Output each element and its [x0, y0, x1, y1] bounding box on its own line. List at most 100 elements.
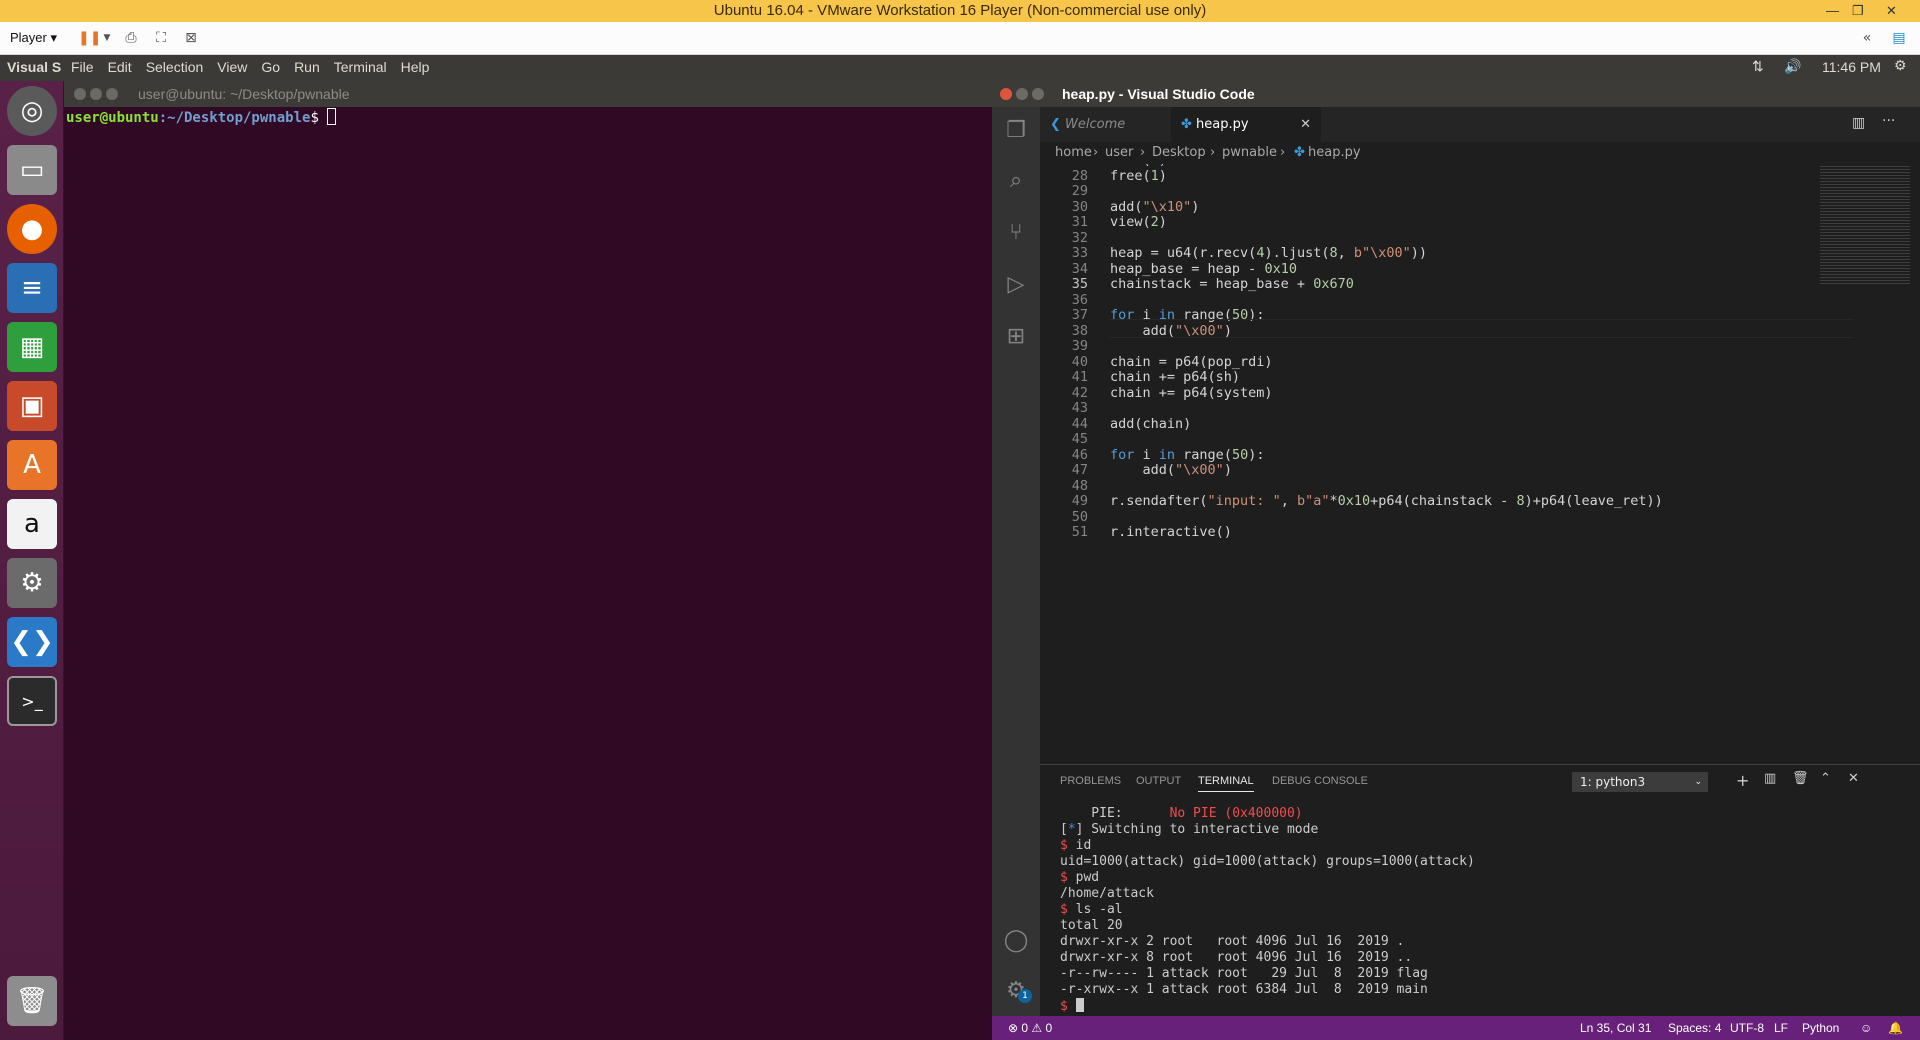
- minimap[interactable]: [1820, 164, 1910, 284]
- menu-go[interactable]: Go: [261, 59, 280, 75]
- settings-badge: 1: [1018, 989, 1032, 1003]
- line-number: 39: [1071, 338, 1088, 354]
- editor-tabs: ❮ Welcome ✤ heap.py ✕ ▥ ···: [1040, 107, 1920, 142]
- restore-icon[interactable]: ❐: [1852, 0, 1864, 22]
- writer-icon[interactable]: ≡: [7, 263, 57, 313]
- more-actions-icon[interactable]: ···: [1882, 113, 1895, 129]
- firefox-icon[interactable]: ●: [7, 204, 57, 254]
- minimize-icon[interactable]: —: [1826, 0, 1839, 22]
- terminal-line: drwxr-xr-x 8 root root 4096 Jul 16 2019 …: [1060, 950, 1413, 965]
- trash-icon[interactable]: 🗑: [7, 976, 57, 1026]
- unity-icon[interactable]: ⊠: [182, 30, 200, 46]
- line-number: 36: [1071, 291, 1088, 308]
- manage-gear-icon[interactable]: ⚙ 1: [1000, 975, 1032, 1007]
- files-icon[interactable]: ▭: [7, 145, 57, 195]
- new-terminal-icon[interactable]: +: [1736, 771, 1749, 790]
- breadcrumb-file[interactable]: heap.py: [1300, 142, 1361, 164]
- feedback-icon[interactable]: ☺: [1860, 1016, 1872, 1040]
- breadcrumb-home[interactable]: home: [1055, 142, 1092, 164]
- menu-edit[interactable]: Edit: [108, 59, 132, 75]
- maximize-panel-icon[interactable]: ⌃: [1820, 771, 1831, 786]
- problems-count[interactable]: ⊗ 0 ⚠ 0: [1008, 1016, 1052, 1040]
- system-gear-icon[interactable]: ⚙: [1894, 57, 1907, 74]
- prompt-path: :~/Desktop/pwnable: [158, 110, 311, 126]
- vm-toolbar: Player ▾ ❚❚ ▼ ⎙ ⛶ ⊠ « ▤: [0, 22, 1920, 55]
- code-line: view(2): [1110, 214, 1167, 230]
- volume-icon[interactable]: 🔊: [1784, 58, 1801, 75]
- maximize-icon[interactable]: [1032, 88, 1044, 100]
- split-editor-icon[interactable]: ▥: [1852, 115, 1865, 131]
- extensions-icon[interactable]: ⊞: [1000, 321, 1032, 353]
- send-ctrl-alt-del-icon[interactable]: ⎙: [122, 30, 140, 46]
- tab-debug-console[interactable]: DEBUG CONSOLE: [1272, 775, 1368, 787]
- code-line: heap = u64(r.recv(4).ljust(8, b"\x00")): [1110, 245, 1428, 261]
- software-center-icon[interactable]: A: [7, 440, 57, 490]
- terminal-prompt[interactable]: user@ubuntu:~/Desktop/pwnable$: [66, 108, 337, 126]
- menu-view[interactable]: View: [217, 59, 247, 75]
- close-icon[interactable]: [74, 88, 86, 100]
- impress-icon[interactable]: ▣: [7, 381, 57, 431]
- menu-run[interactable]: Run: [294, 59, 320, 75]
- account-icon[interactable]: ◯: [1000, 925, 1032, 957]
- vscode-title: heap.py - Visual Studio Code: [1062, 86, 1255, 102]
- notifications-icon[interactable]: 🔔: [1888, 1016, 1903, 1040]
- kill-terminal-icon[interactable]: 🗑: [1792, 771, 1809, 786]
- terminal-line: $ ls -al: [1060, 902, 1123, 917]
- tab-heap-py[interactable]: ✤ heap.py ✕: [1171, 107, 1321, 142]
- encoding[interactable]: UTF-8: [1730, 1016, 1764, 1040]
- pause-icon[interactable]: ❚❚: [78, 30, 101, 46]
- code-editor[interactable]: 27free(0)28free(1)2930add("\x10")31view(…: [1040, 164, 1920, 764]
- breadcrumb-user[interactable]: user: [1105, 142, 1133, 164]
- vm-title-bar: Ubuntu 16.04 - VMware Workstation 16 Pla…: [0, 0, 1920, 22]
- breadcrumb-pwnable[interactable]: pwnable: [1222, 142, 1277, 164]
- close-tab-icon[interactable]: ✕: [1300, 107, 1311, 142]
- tab-welcome[interactable]: ❮ Welcome: [1040, 107, 1170, 142]
- terminal-line: $: [1060, 998, 1475, 1015]
- network-icon[interactable]: ⇅: [1752, 58, 1764, 75]
- collapse-icon[interactable]: «: [1858, 30, 1876, 46]
- line-number: 45: [1071, 431, 1088, 447]
- player-menu-button[interactable]: Player ▾: [10, 30, 57, 46]
- line-ending[interactable]: LF: [1774, 1016, 1788, 1040]
- menu-file[interactable]: File: [71, 59, 94, 75]
- tab-problems[interactable]: PROBLEMS: [1060, 775, 1121, 787]
- close-icon[interactable]: [1000, 88, 1012, 100]
- notes-icon[interactable]: ▤: [1890, 30, 1908, 46]
- settings-icon[interactable]: ⚙: [7, 558, 57, 608]
- python-file-icon: ✤: [1181, 117, 1192, 132]
- minimize-icon[interactable]: [1016, 88, 1028, 100]
- breadcrumb-desktop[interactable]: Desktop: [1152, 142, 1206, 164]
- indentation[interactable]: Spaces: 4: [1668, 1016, 1721, 1040]
- close-panel-icon[interactable]: ✕: [1848, 771, 1859, 786]
- menu-terminal[interactable]: Terminal: [334, 59, 387, 75]
- cursor-position[interactable]: Ln 35, Col 31: [1580, 1016, 1651, 1040]
- breadcrumb-sep: ›: [1093, 145, 1099, 160]
- vscode-icon[interactable]: ❮❯: [7, 617, 57, 667]
- minimize-icon[interactable]: [90, 88, 102, 100]
- explorer-icon[interactable]: ❐: [1000, 115, 1032, 147]
- code-line: chain += p64(system): [1110, 384, 1273, 401]
- language-mode[interactable]: Python: [1802, 1016, 1839, 1040]
- app-name: Visual S: [7, 59, 62, 75]
- terminal-select[interactable]: 1: python3 ⌄: [1572, 772, 1708, 792]
- search-icon[interactable]: ⌕: [1000, 165, 1032, 197]
- amazon-icon[interactable]: a: [7, 499, 57, 549]
- maximize-icon[interactable]: [106, 88, 118, 100]
- menu-help[interactable]: Help: [401, 59, 430, 75]
- close-icon[interactable]: ✕: [1886, 0, 1897, 22]
- integrated-terminal-output[interactable]: PIE: No PIE (0x400000) [*] Switching to i…: [1060, 806, 1475, 1015]
- tab-output[interactable]: OUTPUT: [1136, 775, 1181, 787]
- run-debug-icon[interactable]: ▷: [1000, 269, 1032, 301]
- calc-icon[interactable]: ▦: [7, 322, 57, 372]
- pause-dropdown-icon[interactable]: ▼: [98, 30, 116, 46]
- line-number: 33: [1071, 245, 1088, 261]
- menu-selection[interactable]: Selection: [146, 59, 204, 75]
- fullscreen-icon[interactable]: ⛶: [152, 30, 170, 46]
- terminal-icon[interactable]: >_: [7, 676, 57, 726]
- split-terminal-icon[interactable]: ▥: [1764, 771, 1776, 786]
- source-control-icon[interactable]: ⑂: [1000, 217, 1032, 249]
- terminal-select-value: 1: python3: [1580, 775, 1646, 789]
- ubuntu-dash-icon[interactable]: ◎: [7, 86, 57, 136]
- clock[interactable]: 11:46 PM: [1822, 59, 1881, 75]
- tab-terminal[interactable]: TERMINAL: [1198, 775, 1254, 792]
